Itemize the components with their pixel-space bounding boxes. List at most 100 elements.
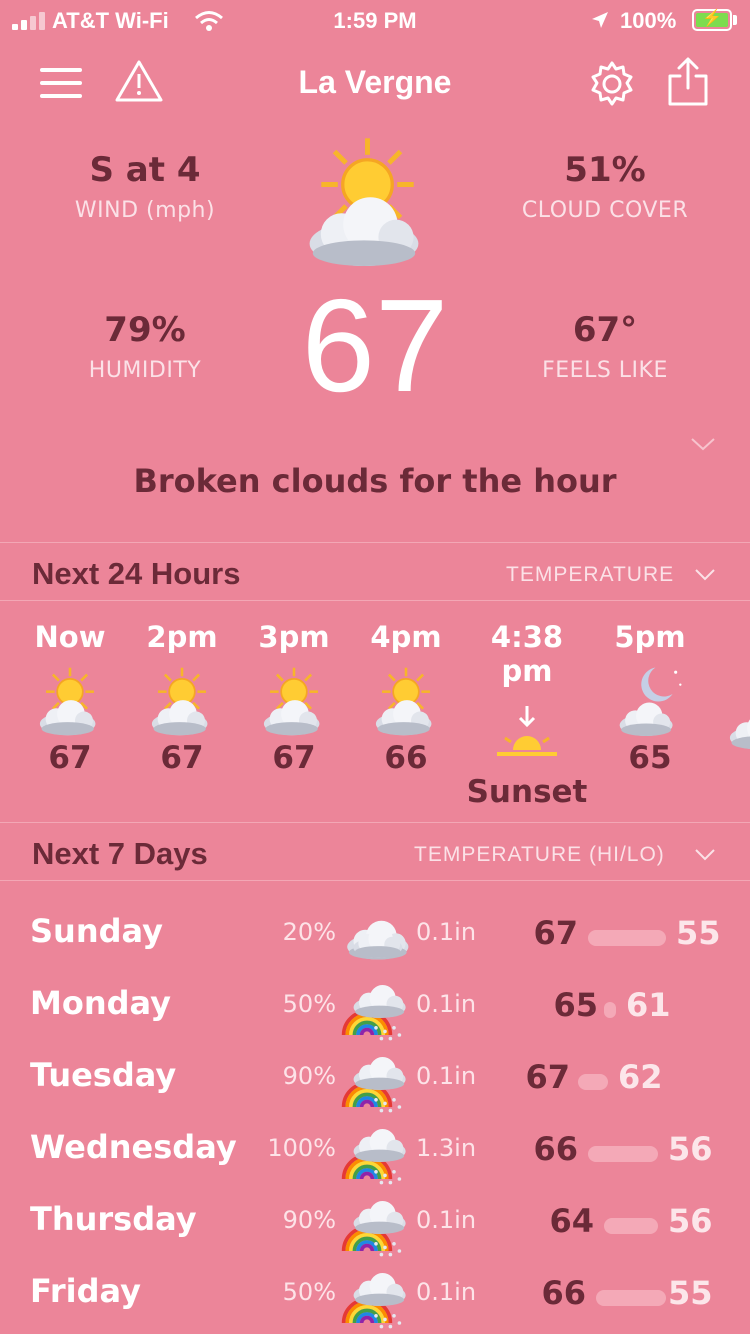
location-arrow-icon (592, 12, 608, 28)
cloud-cover-value: 51% (564, 150, 646, 190)
hour-item: 5pm 65 (594, 620, 706, 776)
low-temp: 56 (668, 1202, 713, 1240)
hour-item-partial (724, 680, 750, 750)
battery-icon: ⚡ (692, 9, 732, 31)
daily-metric-selector[interactable]: TEMPERATURE (HI/LO) (414, 843, 665, 867)
hour-temperature: 66 (384, 740, 428, 776)
current-temperature: 67 (301, 272, 449, 419)
temp-range-bar (588, 930, 666, 946)
low-temp: 55 (676, 914, 721, 952)
hour-temperature: 67 (160, 740, 204, 776)
day-name: Wednesday (30, 1128, 237, 1166)
hour-temperature: 65 (628, 740, 672, 776)
low-temp: 56 (668, 1130, 713, 1168)
hourly-section-title: Next 24 Hours (32, 556, 241, 591)
cloudy-icon (347, 920, 409, 960)
precip-amount: 0.1in (416, 1206, 477, 1234)
low-temp: 61 (626, 986, 671, 1024)
temp-range-bar (596, 1290, 666, 1306)
hour-label: 4pm (370, 620, 442, 654)
hour-label: 2pm (146, 620, 218, 654)
precip-amount: 0.1in (416, 918, 477, 946)
cloud-cover-label: CLOUD COVER (521, 198, 689, 223)
precip-chance: 20% (282, 918, 336, 946)
high-temp: 67 (525, 1058, 570, 1096)
divider (0, 542, 750, 543)
partly-cloudy-icon (729, 714, 750, 750)
wind-value: S at 4 (89, 150, 201, 190)
chevron-down-icon[interactable] (694, 848, 716, 862)
day-name: Sunday (30, 912, 163, 950)
day-row[interactable]: Monday 50% 0.1in 65 61 (0, 972, 750, 1044)
rain-rainbow-icon (341, 1201, 406, 1257)
gear-icon[interactable] (588, 60, 636, 108)
hourly-metric-selector[interactable]: TEMPERATURE (506, 563, 674, 587)
partly-cloudy-icon (309, 130, 419, 266)
day-name: Monday (30, 984, 171, 1022)
sunset-icon (497, 706, 557, 756)
day-row[interactable]: Sunday 20% 0.1in 67 55 (0, 900, 750, 972)
battery-cap (733, 15, 737, 25)
humidity-label: HUMIDITY (88, 358, 202, 383)
low-temp: 62 (618, 1058, 663, 1096)
status-bar: AT&T Wi-Fi 1:59 PM 100% ⚡ (0, 0, 750, 40)
precip-chance: 50% (282, 990, 336, 1018)
hour-temperature: 67 (272, 740, 316, 776)
hour-label: 5pm (614, 620, 686, 654)
high-temp: 67 (533, 914, 578, 952)
temp-range-bar (588, 1146, 658, 1162)
rain-rainbow-icon (341, 1129, 406, 1185)
hour-item: 2pm 67 (126, 620, 238, 776)
hour-label: 3pm (258, 620, 330, 654)
precip-amount: 0.1in (416, 1062, 477, 1090)
low-temp: 55 (668, 1274, 713, 1312)
partly-cloudy-icon (151, 666, 208, 736)
partly-cloudy-icon (263, 666, 320, 736)
temp-range-bar (604, 1218, 658, 1234)
hour-item: 4pm 66 (350, 620, 462, 776)
chevron-down-icon[interactable] (694, 568, 716, 582)
temp-range-bar (578, 1074, 608, 1090)
humidity-value: 79% (104, 310, 186, 350)
day-name: Thursday (30, 1200, 197, 1238)
day-row[interactable]: Wednesday 100% 1.3in 66 56 (0, 1116, 750, 1188)
precip-amount: 0.1in (416, 1278, 477, 1306)
rain-rainbow-icon (341, 1273, 406, 1329)
battery-percent: 100% (620, 8, 677, 33)
high-temp: 66 (541, 1274, 586, 1312)
precip-chance: 100% (267, 1134, 336, 1162)
hour-item: Now 67 (14, 620, 126, 776)
feels-like-label: FEELS LIKE (542, 358, 668, 383)
chevron-down-icon[interactable] (690, 436, 716, 452)
share-icon[interactable] (666, 56, 710, 108)
hour-item: 3pm 67 (238, 620, 350, 776)
day-name: Tuesday (30, 1056, 177, 1094)
hour-item: 4:38 pm Sunset (462, 620, 592, 810)
hour-temperature: 67 (48, 740, 92, 776)
high-temp: 64 (549, 1202, 594, 1240)
divider (0, 822, 750, 823)
day-row[interactable]: Tuesday 90% 0.1in 67 62 (0, 1044, 750, 1116)
hour-label: 4:38 pm (490, 620, 564, 688)
precip-amount: 0.1in (416, 990, 477, 1018)
partly-cloudy-icon (39, 666, 96, 736)
wind-label: WIND (mph) (74, 198, 216, 223)
precip-chance: 50% (282, 1278, 336, 1306)
precip-chance: 90% (282, 1206, 336, 1234)
partly-cloudy-icon (375, 666, 432, 736)
feels-like-value: 67° (572, 310, 638, 350)
hour-label: Now (34, 620, 106, 654)
night-cloudy-icon (619, 667, 682, 736)
daily-section-title: Next 7 Days (32, 836, 208, 871)
hour-summary: Broken clouds for the hour (133, 462, 617, 500)
precip-chance: 90% (282, 1062, 336, 1090)
divider (0, 880, 750, 881)
high-temp: 65 (553, 986, 598, 1024)
hour-temperature: Sunset (466, 774, 588, 810)
location-title[interactable]: La Vergne (0, 64, 750, 101)
day-row[interactable]: Thursday 90% 0.1in 64 56 (0, 1188, 750, 1260)
precip-amount: 1.3in (416, 1134, 477, 1162)
temp-range-bar (604, 1002, 616, 1018)
day-row[interactable]: Friday 50% 0.1in 66 55 (0, 1260, 750, 1332)
rain-rainbow-icon (341, 985, 406, 1041)
